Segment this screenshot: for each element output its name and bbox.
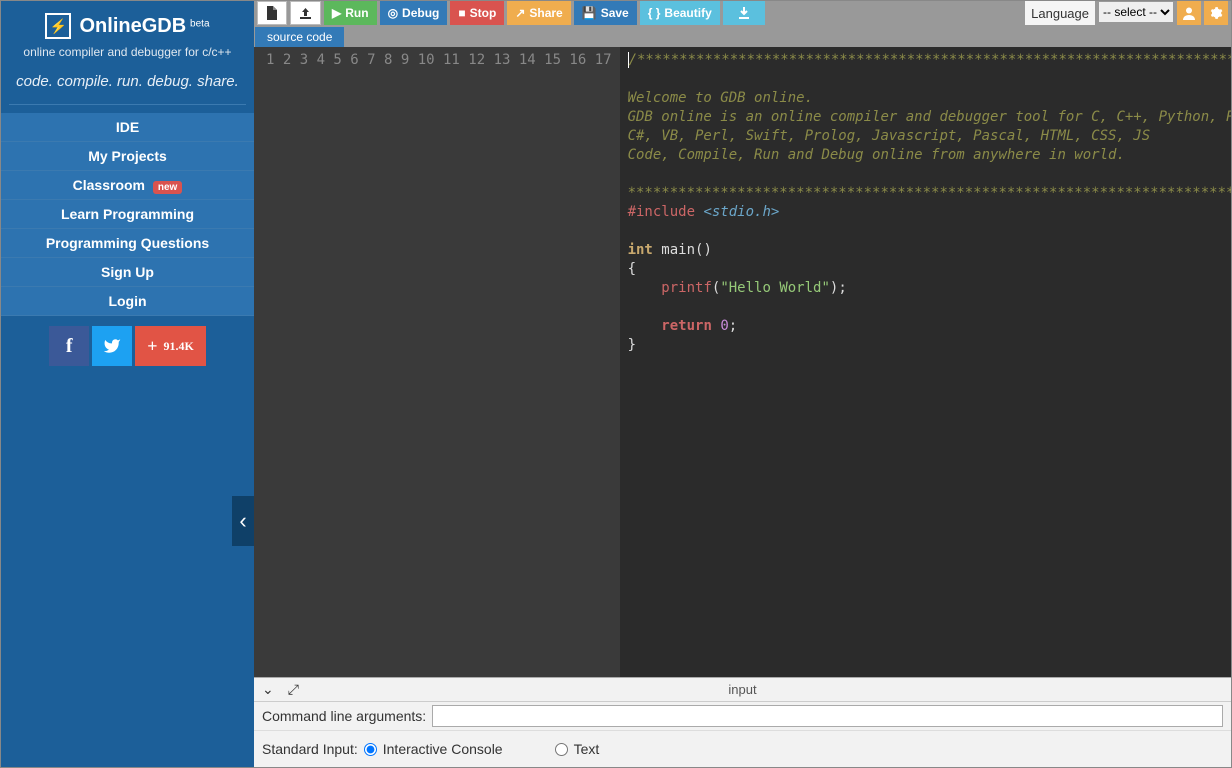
brand-beta: beta [190, 18, 209, 29]
download-button[interactable] [723, 1, 765, 25]
social-buttons: f + 91.4K [1, 316, 254, 376]
toolbar: ▶Run ◎Debug ■Stop ↗Share 💾Save { }Beauti… [254, 1, 1231, 25]
save-button[interactable]: 💾Save [574, 1, 637, 25]
share-button[interactable]: ↗Share [507, 1, 570, 25]
stop-icon: ■ [458, 6, 465, 20]
args-input[interactable] [432, 705, 1223, 727]
io-fullscreen-button[interactable]: ⤢ [288, 681, 299, 698]
nav-login[interactable]: Login [1, 287, 254, 316]
editor-tabbar: source code [254, 25, 1231, 47]
addthis-button[interactable]: + 91.4K [135, 326, 206, 366]
stdin-radio-text[interactable] [555, 743, 568, 756]
stdin-radio-console[interactable] [364, 743, 377, 756]
share-count: 91.4K [163, 339, 193, 354]
nav-classroom[interactable]: Classroom new [1, 171, 254, 200]
upload-file-button[interactable] [290, 1, 321, 25]
language-select[interactable]: -- select -- [1098, 1, 1174, 23]
code-area[interactable]: /***************************************… [620, 47, 1231, 677]
file-icon [266, 6, 278, 20]
user-button[interactable] [1177, 1, 1201, 25]
nav-sign-up[interactable]: Sign Up [1, 258, 254, 287]
nav-ide[interactable]: IDE [1, 113, 254, 142]
brand-box: ⚡ OnlineGDB beta online compiler and deb… [1, 1, 254, 113]
brand-name: OnlineGDB [79, 15, 186, 37]
nav-programming-questions[interactable]: Programming Questions [1, 229, 254, 258]
facebook-button[interactable]: f [49, 326, 89, 366]
upload-icon [299, 7, 312, 20]
language-label: Language [1025, 1, 1095, 25]
stop-button[interactable]: ■Stop [450, 1, 504, 25]
main-area: ▶Run ◎Debug ■Stop ↗Share 💾Save { }Beauti… [254, 1, 1231, 767]
twitter-icon [103, 337, 121, 355]
gear-icon [1209, 6, 1223, 20]
io-panel: ⌄ ⤢ input Command line arguments: Standa… [254, 677, 1231, 767]
user-icon [1182, 6, 1196, 20]
args-label: Command line arguments: [262, 708, 426, 724]
stdin-label: Standard Input: [262, 741, 358, 757]
brand-slogan: code. compile. run. debug. share. [9, 73, 246, 105]
io-title: input [254, 682, 1231, 697]
run-button[interactable]: ▶Run [324, 1, 377, 25]
nav-classroom-label: Classroom [73, 177, 145, 193]
brand-tagline: online compiler and debugger for c/c++ [9, 45, 246, 59]
code-editor[interactable]: 1 2 3 4 5 6 7 8 9 10 11 12 13 14 15 16 1… [254, 47, 1231, 677]
sidebar-spacer: ‹ [1, 376, 254, 767]
stdin-radio-console-label: Interactive Console [383, 741, 503, 757]
braces-icon: { } [648, 6, 661, 20]
sidebar-collapse-button[interactable]: ‹ [232, 496, 254, 546]
nav-classroom-badge: new [153, 181, 182, 194]
settings-button[interactable] [1204, 1, 1228, 25]
sidebar: ⚡ OnlineGDB beta online compiler and deb… [1, 1, 254, 767]
play-icon: ▶ [332, 6, 341, 20]
download-icon [737, 6, 751, 20]
stdin-radio-text-label: Text [574, 741, 600, 757]
tab-source-code[interactable]: source code [255, 27, 344, 47]
save-icon: 💾 [582, 6, 597, 20]
io-header: ⌄ ⤢ input [254, 678, 1231, 702]
line-gutter: 1 2 3 4 5 6 7 8 9 10 11 12 13 14 15 16 1… [254, 47, 620, 677]
beautify-button[interactable]: { }Beautify [640, 1, 720, 25]
new-file-button[interactable] [257, 1, 287, 25]
io-collapse-button[interactable]: ⌄ [262, 681, 274, 698]
target-icon: ◎ [388, 6, 398, 20]
debug-button[interactable]: ◎Debug [380, 1, 448, 25]
share-icon: ↗ [515, 6, 525, 20]
brand-logo-icon: ⚡ [45, 13, 71, 39]
twitter-button[interactable] [92, 326, 132, 366]
nav-my-projects[interactable]: My Projects [1, 142, 254, 171]
nav-learn-programming[interactable]: Learn Programming [1, 200, 254, 229]
